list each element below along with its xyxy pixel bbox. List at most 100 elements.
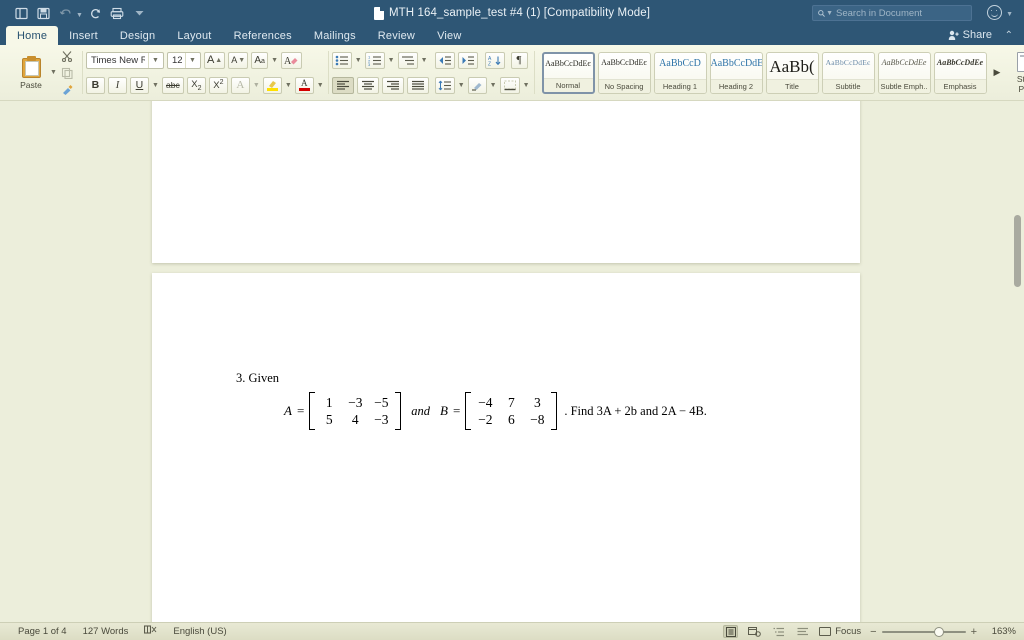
zoom-slider[interactable]: − + bbox=[870, 626, 977, 638]
clear-formatting-button[interactable]: A bbox=[281, 51, 303, 69]
style-no-spacing[interactable]: AaBbCcDdEє No Spacing bbox=[597, 51, 651, 94]
matrix-cell: −3 bbox=[374, 412, 389, 427]
shading-button[interactable] bbox=[467, 76, 487, 94]
feedback-dropdown-caret[interactable]: ▼ bbox=[1006, 11, 1013, 18]
style-label: Heading 1 bbox=[654, 78, 706, 93]
focus-mode-button[interactable]: Focus bbox=[819, 626, 861, 637]
draft-view-button[interactable] bbox=[795, 625, 810, 638]
sort-button[interactable]: AZ bbox=[484, 51, 505, 69]
styles-pane-label-line2: Pane bbox=[1018, 83, 1024, 94]
outline-view-button[interactable] bbox=[771, 625, 786, 638]
subscript-button[interactable]: X2 bbox=[186, 76, 206, 94]
question-3-label: 3. Given bbox=[236, 371, 280, 385]
justify-button[interactable] bbox=[406, 76, 429, 94]
style-subtle-emphasis[interactable]: AaBbCcDdEe Subtle Emph.. bbox=[877, 51, 931, 94]
decrease-indent-button[interactable] bbox=[434, 51, 455, 69]
save-icon[interactable] bbox=[34, 4, 53, 23]
vertical-scrollbar[interactable] bbox=[1013, 103, 1022, 619]
borders-button[interactable] bbox=[499, 76, 520, 94]
document-page-previous bbox=[152, 101, 860, 263]
print-icon[interactable] bbox=[108, 4, 127, 23]
undo-dropdown-caret[interactable]: ▼ bbox=[76, 8, 83, 19]
align-center-button[interactable] bbox=[356, 76, 379, 94]
document-page-current[interactable]: 3. Given A = 1 −3 −5 5 4 −3 and B = −4 7… bbox=[152, 273, 860, 622]
tab-design[interactable]: Design bbox=[109, 26, 166, 45]
page-indicator[interactable]: Page 1 of 4 bbox=[18, 626, 67, 637]
redo-icon[interactable] bbox=[86, 4, 105, 23]
underline-button[interactable]: U bbox=[129, 76, 149, 94]
title-bar: ▼ MTH 164_sample_test #4 (1) [Compatibil… bbox=[0, 0, 1024, 26]
collapse-ribbon-icon[interactable]: ⌃ bbox=[1005, 30, 1013, 41]
tab-home[interactable]: Home bbox=[6, 26, 59, 45]
tab-references[interactable]: References bbox=[223, 26, 303, 45]
focus-icon bbox=[819, 627, 832, 636]
font-group: Times New Ro... ▼ 12 ▼ A▲ A▼ Aa ▼ A B I … bbox=[81, 45, 328, 100]
zoom-level[interactable]: 163% bbox=[986, 626, 1016, 637]
matrix-cell: 7 bbox=[507, 395, 515, 410]
change-case-button[interactable]: Aa bbox=[251, 51, 269, 69]
text-effects-button[interactable]: A bbox=[230, 76, 250, 94]
styles-pane-button[interactable]: 1 Styles Pane bbox=[1004, 51, 1024, 94]
strikethrough-button[interactable]: abc bbox=[161, 76, 184, 94]
style-subtitle[interactable]: AaBbCcDdEє Subtitle bbox=[821, 51, 875, 94]
increase-indent-button[interactable] bbox=[457, 51, 478, 69]
style-heading-2[interactable]: AaBbCcDdE Heading 2 bbox=[709, 51, 763, 94]
bold-button[interactable]: B bbox=[85, 76, 105, 94]
matrix-cell: 5 bbox=[325, 412, 333, 427]
language-indicator[interactable]: English (US) bbox=[173, 626, 226, 637]
font-color-button[interactable]: A bbox=[294, 76, 314, 94]
italic-button[interactable]: I bbox=[107, 76, 127, 94]
paste-button[interactable]: Paste bbox=[10, 55, 52, 90]
tab-view[interactable]: View bbox=[426, 26, 472, 45]
numbering-button[interactable]: 123 bbox=[364, 51, 385, 69]
style-normal[interactable]: AaBbCcDdEє Normal bbox=[541, 51, 595, 94]
tab-insert[interactable]: Insert bbox=[58, 26, 109, 45]
align-left-button[interactable] bbox=[331, 76, 354, 94]
search-box[interactable]: ▼ bbox=[812, 5, 972, 21]
customize-toolbar-icon[interactable] bbox=[130, 4, 149, 23]
print-layout-view-button[interactable] bbox=[723, 625, 739, 638]
scrollbar-thumb[interactable] bbox=[1014, 215, 1021, 287]
undo-icon[interactable] bbox=[56, 4, 75, 23]
web-layout-view-button[interactable] bbox=[747, 625, 762, 638]
tab-mailings[interactable]: Mailings bbox=[303, 26, 367, 45]
grow-font-button[interactable]: A ▲ bbox=[203, 51, 226, 69]
paste-dropdown-caret[interactable]: ▼ bbox=[50, 69, 57, 76]
sidebar-toggle-icon[interactable] bbox=[12, 4, 31, 23]
copy-icon[interactable] bbox=[59, 65, 76, 80]
format-painter-icon[interactable] bbox=[59, 82, 76, 97]
superscript-button[interactable]: X2 bbox=[208, 76, 228, 94]
show-formatting-marks-button[interactable]: ¶ bbox=[510, 51, 528, 69]
zoom-in-button[interactable]: + bbox=[971, 626, 977, 638]
share-button[interactable]: Share bbox=[948, 29, 992, 41]
style-title[interactable]: AaBb( Title bbox=[765, 51, 819, 94]
style-emphasis[interactable]: AaBbCcDdEe Emphasis bbox=[933, 51, 987, 94]
tab-layout[interactable]: Layout bbox=[166, 26, 222, 45]
bullets-button[interactable] bbox=[331, 51, 352, 69]
styles-gallery-more-button[interactable]: ▶ bbox=[990, 67, 1005, 78]
proofing-icon[interactable] bbox=[144, 625, 157, 638]
zoom-track[interactable] bbox=[881, 626, 966, 637]
zoom-thumb[interactable] bbox=[933, 626, 944, 637]
font-name-combo[interactable]: Times New Ro... ▼ bbox=[85, 51, 164, 69]
shrink-font-button[interactable]: A ▼ bbox=[228, 51, 249, 69]
ribbon-tabs-bar: Home Insert Design Layout References Mai… bbox=[0, 26, 1024, 45]
multilevel-list-button[interactable] bbox=[397, 51, 418, 69]
align-right-button[interactable] bbox=[381, 76, 404, 94]
word-count[interactable]: 127 Words bbox=[83, 626, 129, 637]
highlight-color-button[interactable] bbox=[262, 76, 282, 94]
font-name-value: Times New Ro... bbox=[90, 54, 146, 66]
line-spacing-button[interactable] bbox=[434, 76, 455, 94]
font-size-combo[interactable]: 12 ▼ bbox=[166, 51, 201, 69]
style-preview: AaBbCcDdEє bbox=[545, 58, 591, 68]
document-canvas[interactable]: 3. Given A = 1 −3 −5 5 4 −3 and B = −4 7… bbox=[0, 101, 1024, 622]
feedback-smiley-icon[interactable] bbox=[987, 5, 1002, 20]
search-scope-caret[interactable]: ▼ bbox=[826, 9, 833, 17]
styles-gallery: AaBbCcDdEє Normal AaBbCcDdEє No Spacing … bbox=[538, 51, 1005, 94]
style-heading-1[interactable]: AaBbCcD Heading 1 bbox=[653, 51, 707, 94]
clipboard-group: Paste ▼ bbox=[0, 45, 82, 100]
search-input[interactable] bbox=[836, 7, 966, 19]
zoom-out-button[interactable]: − bbox=[870, 626, 876, 638]
tab-review[interactable]: Review bbox=[367, 26, 426, 45]
cut-icon[interactable] bbox=[59, 48, 76, 63]
